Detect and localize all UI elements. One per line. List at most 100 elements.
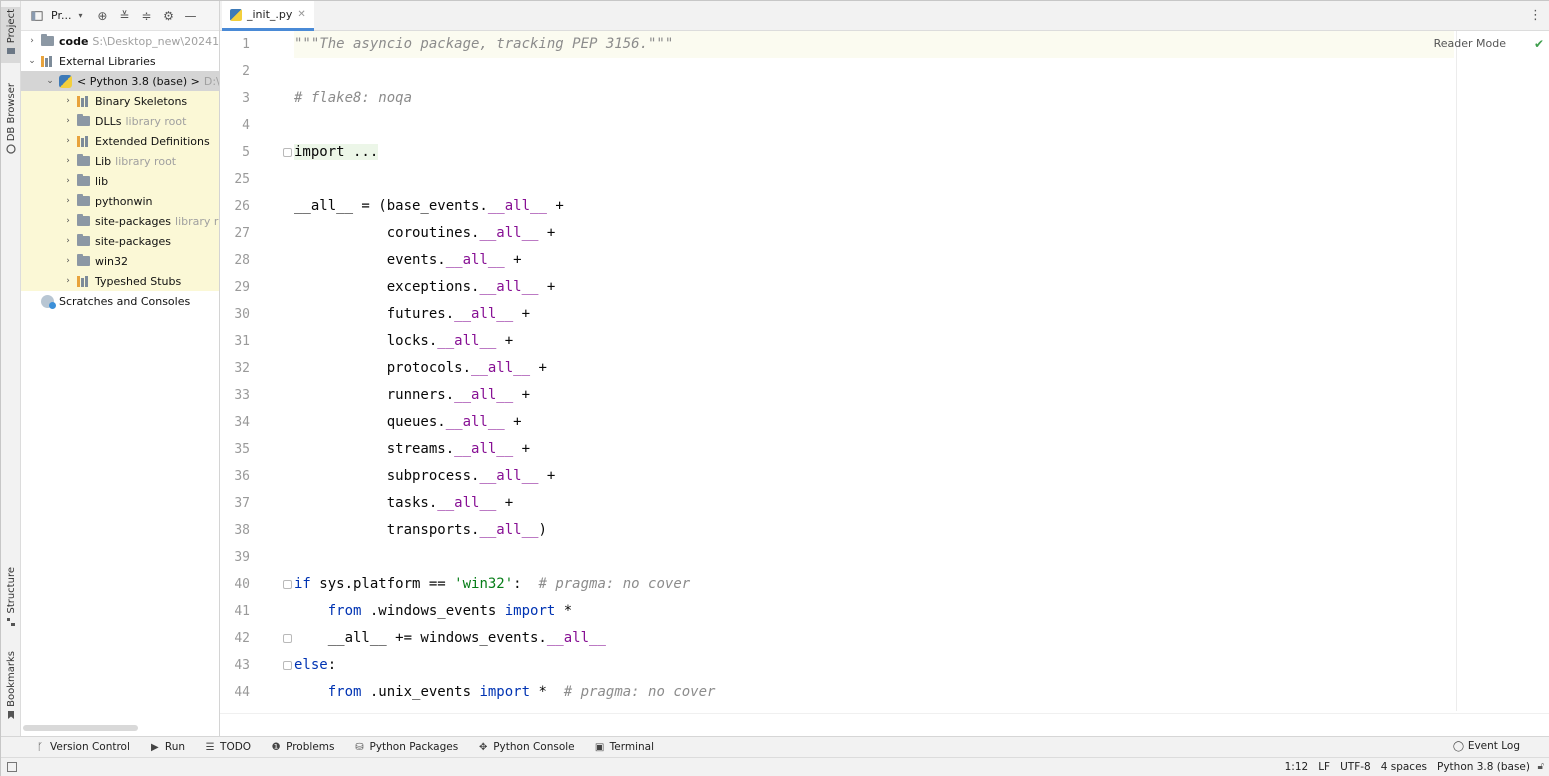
file-encoding[interactable]: UTF-8 (1340, 761, 1371, 773)
fold-marker-icon[interactable] (283, 148, 292, 157)
chevron-right-icon[interactable]: › (63, 236, 73, 246)
tree-item-label: Binary Skeletons (95, 94, 188, 108)
left-tool-strip: Project DB Browser Structure Bookmarks (1, 1, 21, 757)
hide-panel-icon[interactable]: — (183, 9, 197, 23)
code-token: tasks. (294, 495, 438, 511)
chevron-right-icon[interactable]: › (63, 96, 73, 106)
line-number: 5 (242, 145, 250, 160)
tool-window-button[interactable]: ☰ TODO (205, 741, 252, 753)
caret-position[interactable]: 1:12 (1285, 761, 1309, 773)
code-area[interactable]: """The asyncio package, tracking PEP 315… (292, 31, 1454, 711)
terminal-icon: ▣ (594, 741, 605, 753)
chevron-right-icon[interactable]: › (63, 116, 73, 126)
chevron-right-icon[interactable]: › (63, 176, 73, 186)
event-log-button[interactable]: ◯ Event Log (1453, 740, 1520, 752)
tree-item[interactable]: › Extended Definitions (21, 131, 219, 151)
tree-item[interactable]: › Typeshed Stubs (21, 271, 219, 291)
tree-item[interactable]: ⌄ External Libraries (21, 51, 219, 71)
chevron-right-icon[interactable]: › (27, 36, 37, 46)
tool-window-button[interactable]: ▣ Terminal (595, 741, 654, 753)
project-view-selector[interactable]: Pr... (51, 9, 71, 22)
chevron-right-icon[interactable]: › (63, 216, 73, 226)
fold-marker-icon[interactable] (283, 580, 292, 589)
reader-mode-button[interactable]: Reader Mode (1434, 37, 1506, 50)
tree-item-label: lib (95, 174, 109, 188)
tool-window-button[interactable]: ▶ Run (150, 741, 185, 753)
close-icon[interactable]: ✕ (297, 9, 305, 20)
project-horizontal-scrollbar[interactable] (23, 725, 138, 731)
tree-item[interactable]: › code S:\Desktop_new\20241 (21, 31, 219, 51)
more-options-icon[interactable]: ⋮ (1529, 8, 1542, 23)
tree-item[interactable]: › site-packages (21, 231, 219, 251)
expand-all-icon[interactable]: ≚ (117, 9, 131, 23)
inspection-ok-icon[interactable]: ✔ (1534, 37, 1544, 51)
bottom-tool-bar: ᚴ Version Control ▶ Run ☰ TODO ❶ Problems ⛁ Pytho… (1, 736, 1549, 757)
line-number: 1 (242, 37, 250, 52)
tool-window-button[interactable]: ✥ Python Console (478, 741, 575, 753)
fold-marker-icon[interactable] (283, 661, 292, 670)
tree-item[interactable]: › site-packages library r (21, 211, 219, 231)
todo-icon: ☰ (205, 741, 215, 753)
tool-window-button[interactable]: ⛁ Python Packages (354, 741, 458, 753)
tree-item[interactable]: › DLLs library root (21, 111, 219, 131)
tool-window-label: Terminal (609, 741, 655, 753)
chevron-right-icon[interactable]: › (63, 196, 73, 206)
code-token: 'win32' (454, 576, 514, 592)
tool-window-label: Run (164, 741, 186, 753)
code-line: protocols.__all__ + (294, 355, 547, 382)
locate-file-icon[interactable]: ⊕ (95, 9, 109, 23)
chevron-down-icon[interactable]: ⌄ (45, 76, 55, 86)
code-token: import (479, 684, 531, 700)
tree-item[interactable]: › lib (21, 171, 219, 191)
db-browser-tool-tab[interactable]: DB Browser (1, 83, 21, 157)
db-browser-tool-label: DB Browser (5, 83, 17, 142)
lock-icon[interactable]: 🔓︎ (1538, 761, 1544, 772)
line-number: 38 (234, 523, 250, 538)
tool-window-button[interactable]: ᚴ Version Control (35, 741, 130, 753)
collapse-all-icon[interactable]: ≑ (139, 9, 153, 23)
code-token: __all__ (479, 279, 539, 295)
bookmarks-tool-tab[interactable]: Bookmarks (1, 651, 21, 723)
line-separator[interactable]: LF (1318, 761, 1330, 773)
tree-item[interactable]: ⌄ < Python 3.8 (base) > D:\ (21, 71, 220, 91)
editor-horizontal-scrollbar[interactable] (220, 713, 1549, 735)
project-tool-tab[interactable]: Project (1, 7, 21, 64)
python-file-icon (230, 8, 242, 21)
tree-item[interactable]: › win32 (21, 251, 219, 271)
fold-marker-icon[interactable] (283, 634, 292, 643)
tool-window-label: Version Control (50, 741, 130, 753)
folder-icon (77, 214, 90, 226)
code-token: + (496, 495, 514, 511)
editor-tab-label: _init_.py (247, 8, 293, 21)
code-token: __all__ (479, 522, 539, 538)
indent-setting[interactable]: 4 spaces (1381, 761, 1427, 773)
tree-item[interactable]: › pythonwin (21, 191, 219, 211)
line-number: 29 (234, 280, 250, 295)
tree-item-label: Typeshed Stubs (95, 274, 182, 288)
tree-item[interactable]: › Lib library root (21, 151, 219, 171)
code-line: coroutines.__all__ + (294, 220, 556, 247)
tree-item[interactable]: › Binary Skeletons (21, 91, 219, 111)
scratches-icon (41, 294, 56, 309)
gear-icon[interactable]: ⚙ (161, 9, 175, 23)
structure-tool-tab[interactable]: Structure (1, 567, 21, 630)
chevron-right-icon[interactable]: › (63, 276, 73, 286)
code-token: + (538, 279, 556, 295)
code-token: import ... (294, 144, 379, 160)
editor-tab-init-py[interactable]: _init_.py ✕ (222, 1, 314, 31)
chevron-down-icon[interactable]: ▾ (73, 9, 87, 23)
code-line: events.__all__ + (294, 247, 522, 274)
python-interpreter[interactable]: Python 3.8 (base) (1437, 761, 1530, 773)
code-token: else (294, 657, 328, 673)
line-number: 34 (234, 415, 250, 430)
chevron-right-icon[interactable]: › (63, 156, 73, 166)
database-icon (6, 144, 16, 154)
chevron-down-icon[interactable]: ⌄ (27, 56, 37, 66)
tree-item-hint: D:\ (203, 74, 220, 88)
code-token: streams. (294, 441, 455, 457)
chevron-right-icon[interactable]: › (63, 256, 73, 266)
toggle-tool-windows-icon[interactable] (7, 762, 17, 772)
tree-item[interactable]: Scratches and Consoles (21, 291, 219, 311)
tool-window-button[interactable]: ❶ Problems (271, 741, 335, 753)
chevron-right-icon[interactable]: › (63, 136, 73, 146)
